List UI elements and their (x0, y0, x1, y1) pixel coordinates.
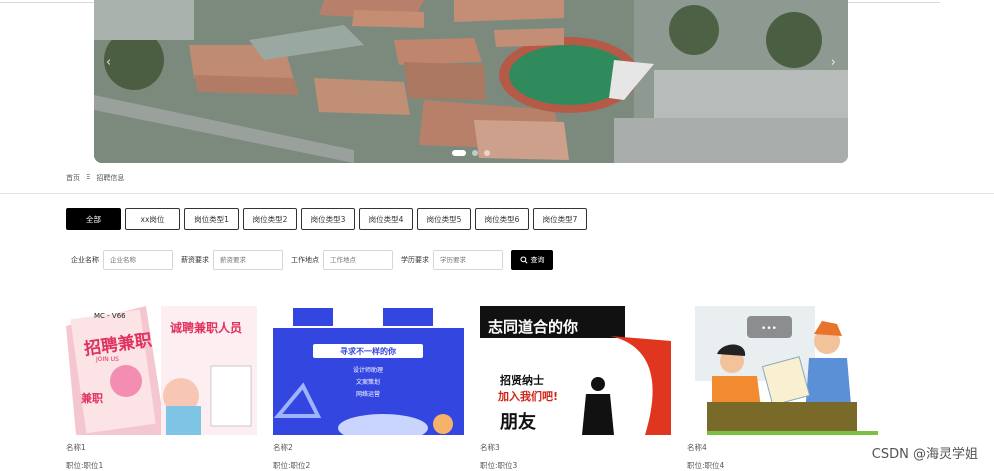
breadcrumb-separator-icon: Ξ (86, 173, 91, 181)
breadcrumb-home[interactable]: 首页 (66, 173, 80, 183)
card2-text-main: 寻求不一样的你 (340, 346, 396, 356)
tab-type-6[interactable]: 岗位类型6 (475, 208, 529, 230)
carousel-dot[interactable] (472, 150, 478, 156)
card2-text-1: 设计师助理 (353, 366, 383, 374)
job-card-name: 名称2 (273, 443, 293, 452)
carousel-prev-icon[interactable]: ‹ (106, 55, 111, 70)
job-card-position: 职位:职位3 (480, 461, 518, 470)
education-label: 学历要求 (401, 256, 429, 264)
search-button-label: 查询 (530, 257, 545, 264)
job-card[interactable]: ••• 名称4 职位:职位4 (687, 306, 878, 471)
card3-text-main: 志同道合的你 (488, 318, 578, 336)
job-card-name: 名称4 (687, 443, 707, 452)
search-button[interactable]: 查询 (511, 250, 553, 270)
card3-text-1: 招贤纳士 (500, 373, 544, 387)
company-label: 企业名称 (71, 256, 99, 264)
tab-type-4[interactable]: 岗位类型4 (359, 208, 413, 230)
search-icon (519, 256, 528, 264)
job-card[interactable]: 寻求不一样的你 设计师助理 文案策划 网络运营 名称2 职位:职位2 (273, 306, 464, 471)
breadcrumb: 首页 Ξ 招聘信息 (66, 173, 124, 183)
job-card-image: MC - V66 招聘兼职 JOIN US 兼职 诚聘兼职人员 (66, 306, 257, 435)
education-input[interactable] (433, 250, 503, 270)
job-card-position: 职位:职位2 (273, 461, 311, 470)
card1-text-join: JOIN US (95, 356, 119, 363)
salary-input[interactable] (213, 250, 283, 270)
card2-text-2: 文案策划 (356, 378, 380, 386)
card3-text-2: 加入我们吧! (497, 389, 558, 403)
job-card-position: 职位:职位4 (687, 461, 725, 470)
location-label: 工作地点 (291, 256, 319, 264)
tab-type-1[interactable]: 岗位类型1 (184, 208, 239, 230)
tab-xx-position[interactable]: xx岗位 (125, 208, 180, 230)
card2-text-3: 网络运营 (356, 390, 380, 398)
tab-type-5[interactable]: 岗位类型5 (417, 208, 471, 230)
location-input[interactable] (323, 250, 393, 270)
card1-text-hire: 诚聘兼职人员 (170, 320, 242, 335)
carousel-next-icon[interactable]: › (831, 55, 836, 70)
banner-carousel[interactable]: ‹ › (94, 0, 848, 163)
tab-type-3[interactable]: 岗位类型3 (301, 208, 355, 230)
tab-all[interactable]: 全部 (66, 208, 121, 230)
job-card-image: 志同道合的你 招贤纳士 加入我们吧! 朋友 (480, 306, 671, 435)
carousel-dot[interactable] (484, 150, 490, 156)
campus-aerial-image (94, 0, 848, 163)
job-card-list: MC - V66 招聘兼职 JOIN US 兼职 诚聘兼职人员 名称1 职位:职… (66, 306, 878, 471)
tab-type-7[interactable]: 岗位类型7 (533, 208, 587, 230)
carousel-indicators (452, 150, 490, 156)
salary-label: 薪资要求 (181, 256, 209, 264)
card1-text-part: 兼职 (81, 391, 103, 405)
card4-bubble-text: ••• (761, 324, 777, 334)
job-card-image: 寻求不一样的你 设计师助理 文案策划 网络运营 (273, 306, 464, 435)
tab-type-2[interactable]: 岗位类型2 (243, 208, 297, 230)
card3-text-3: 朋友 (500, 411, 536, 433)
watermark: CSDN @海灵学姐 (871, 447, 978, 462)
filter-bar: 企业名称 薪资要求 工作地点 学历要求 查询 (71, 250, 553, 270)
company-input[interactable] (103, 250, 173, 270)
job-card-image: ••• (687, 306, 878, 435)
card1-text-mc: MC - V66 (94, 312, 126, 320)
job-card-name: 名称3 (480, 443, 500, 452)
carousel-dot[interactable] (452, 150, 466, 156)
breadcrumb-current: 招聘信息 (96, 174, 125, 182)
job-card-name: 名称1 (66, 443, 86, 452)
section-divider (0, 193, 994, 194)
job-card[interactable]: MC - V66 招聘兼职 JOIN US 兼职 诚聘兼职人员 名称1 职位:职… (66, 306, 257, 471)
job-card[interactable]: 志同道合的你 招贤纳士 加入我们吧! 朋友 名称3 职位:职位3 (480, 306, 671, 471)
job-card-position: 职位:职位1 (66, 461, 104, 470)
category-tabs: 全部 xx岗位 岗位类型1 岗位类型2 岗位类型3 岗位类型4 岗位类型5 岗位… (66, 208, 587, 230)
